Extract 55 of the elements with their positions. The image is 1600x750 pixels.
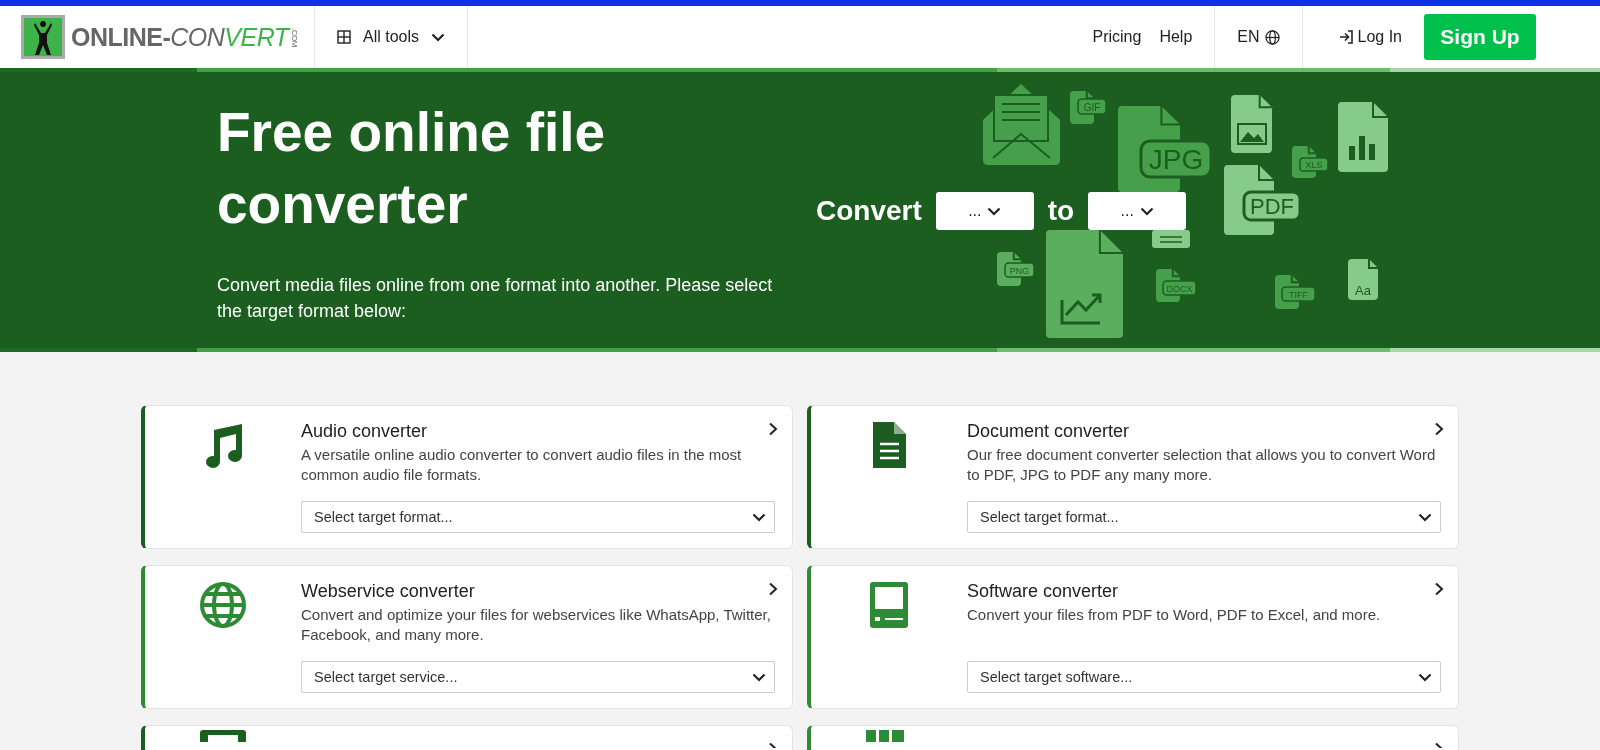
file-type-label: TIFF xyxy=(1281,286,1316,302)
chevron-down-icon xyxy=(752,672,766,682)
envelope-icon xyxy=(983,84,1060,165)
converter-card[interactable]: Software converter Convert your files from PDF to Word, PDF to Excel, and more. Select target software... xyxy=(807,565,1459,709)
line-chart-file-icon xyxy=(1046,229,1124,338)
to-label: to xyxy=(1047,195,1075,227)
logo-icon[interactable] xyxy=(21,15,65,59)
file-type-label: JPG xyxy=(1139,139,1213,179)
font-file-icon xyxy=(1348,258,1379,300)
card-description: Convert and optimize your files for webservices like WhatsApp, Twitter, Facebook, and many more. xyxy=(301,605,772,645)
chevron-down-icon xyxy=(1418,512,1432,522)
film-icon xyxy=(198,730,248,742)
card-title: Document converter xyxy=(967,421,1130,442)
converter-card[interactable]: Audio converter A versatile online audio converter to convert audio files in the most common audio file formats. Select target format... xyxy=(141,405,793,549)
target-select[interactable]: Select target service... xyxy=(301,661,775,693)
file-type-label: XLS xyxy=(1299,157,1329,172)
target-select[interactable]: Select target software... xyxy=(967,661,1441,693)
file-type-label: GIF xyxy=(1077,98,1107,115)
hero-subtitle: Convert media files online from one format into another. Please select the target format below: xyxy=(217,274,774,323)
login-icon xyxy=(1338,30,1354,44)
chart-file-icon xyxy=(1338,101,1389,172)
card-description: Convert your files from PDF to Word, PDF to Excel, and more. xyxy=(967,605,1382,625)
target-select[interactable]: Select target format... xyxy=(301,501,775,533)
card-title: Audio converter xyxy=(301,421,428,442)
chevron-down-icon xyxy=(752,512,766,522)
logo-wordmark[interactable]: ONLINE-CONVERT .COM xyxy=(71,22,304,52)
converter-card[interactable] xyxy=(807,725,1459,750)
printer-icon xyxy=(1152,230,1190,248)
chevron-down-icon xyxy=(987,206,1002,216)
card-title: Webservice converter xyxy=(301,581,475,602)
file-type-label: PDF xyxy=(1242,190,1302,222)
chevron-down-icon xyxy=(1139,206,1154,216)
grid-icon xyxy=(337,30,351,44)
globe-icon xyxy=(198,580,248,630)
target-format-select[interactable]: ... xyxy=(1088,192,1187,230)
nav-link[interactable]: Help xyxy=(1159,28,1193,46)
globe-icon xyxy=(1264,29,1280,45)
source-format-select[interactable]: ... xyxy=(935,192,1034,230)
login-link[interactable]: Log In xyxy=(1338,6,1402,68)
card-title: Software converter xyxy=(967,581,1119,602)
file-type-label: PNG xyxy=(1004,262,1035,278)
font-sample-label: Aa xyxy=(1355,283,1371,298)
hero-title: Free online file converter xyxy=(217,100,607,237)
chevron-down-icon xyxy=(431,32,446,42)
target-select[interactable]: Select target format... xyxy=(967,501,1441,533)
nav-link[interactable]: Pricing xyxy=(1092,28,1142,46)
converter-card[interactable] xyxy=(141,725,793,750)
chevron-down-icon xyxy=(1418,672,1432,682)
file-type-label: DOCX xyxy=(1162,280,1197,296)
card-description: A versatile online audio converter to convert audio files in the most common audio file formats. xyxy=(301,445,743,485)
convert-label: Convert xyxy=(816,195,922,227)
card-description: Our free document converter selection that allows you to convert Word to PDF, JPG to PDF any many more. xyxy=(967,445,1437,485)
converter-card[interactable]: Webservice converter Convert and optimize your files for webservices like WhatsApp, Twitter, Facebook, and many more. Select target service... xyxy=(141,565,793,709)
image-file-icon xyxy=(1231,94,1273,153)
converter-card[interactable]: Document converter Our free document converter selection that allows you to convert Word to PDF, JPG to PDF any many more. Select target format... xyxy=(807,405,1459,549)
